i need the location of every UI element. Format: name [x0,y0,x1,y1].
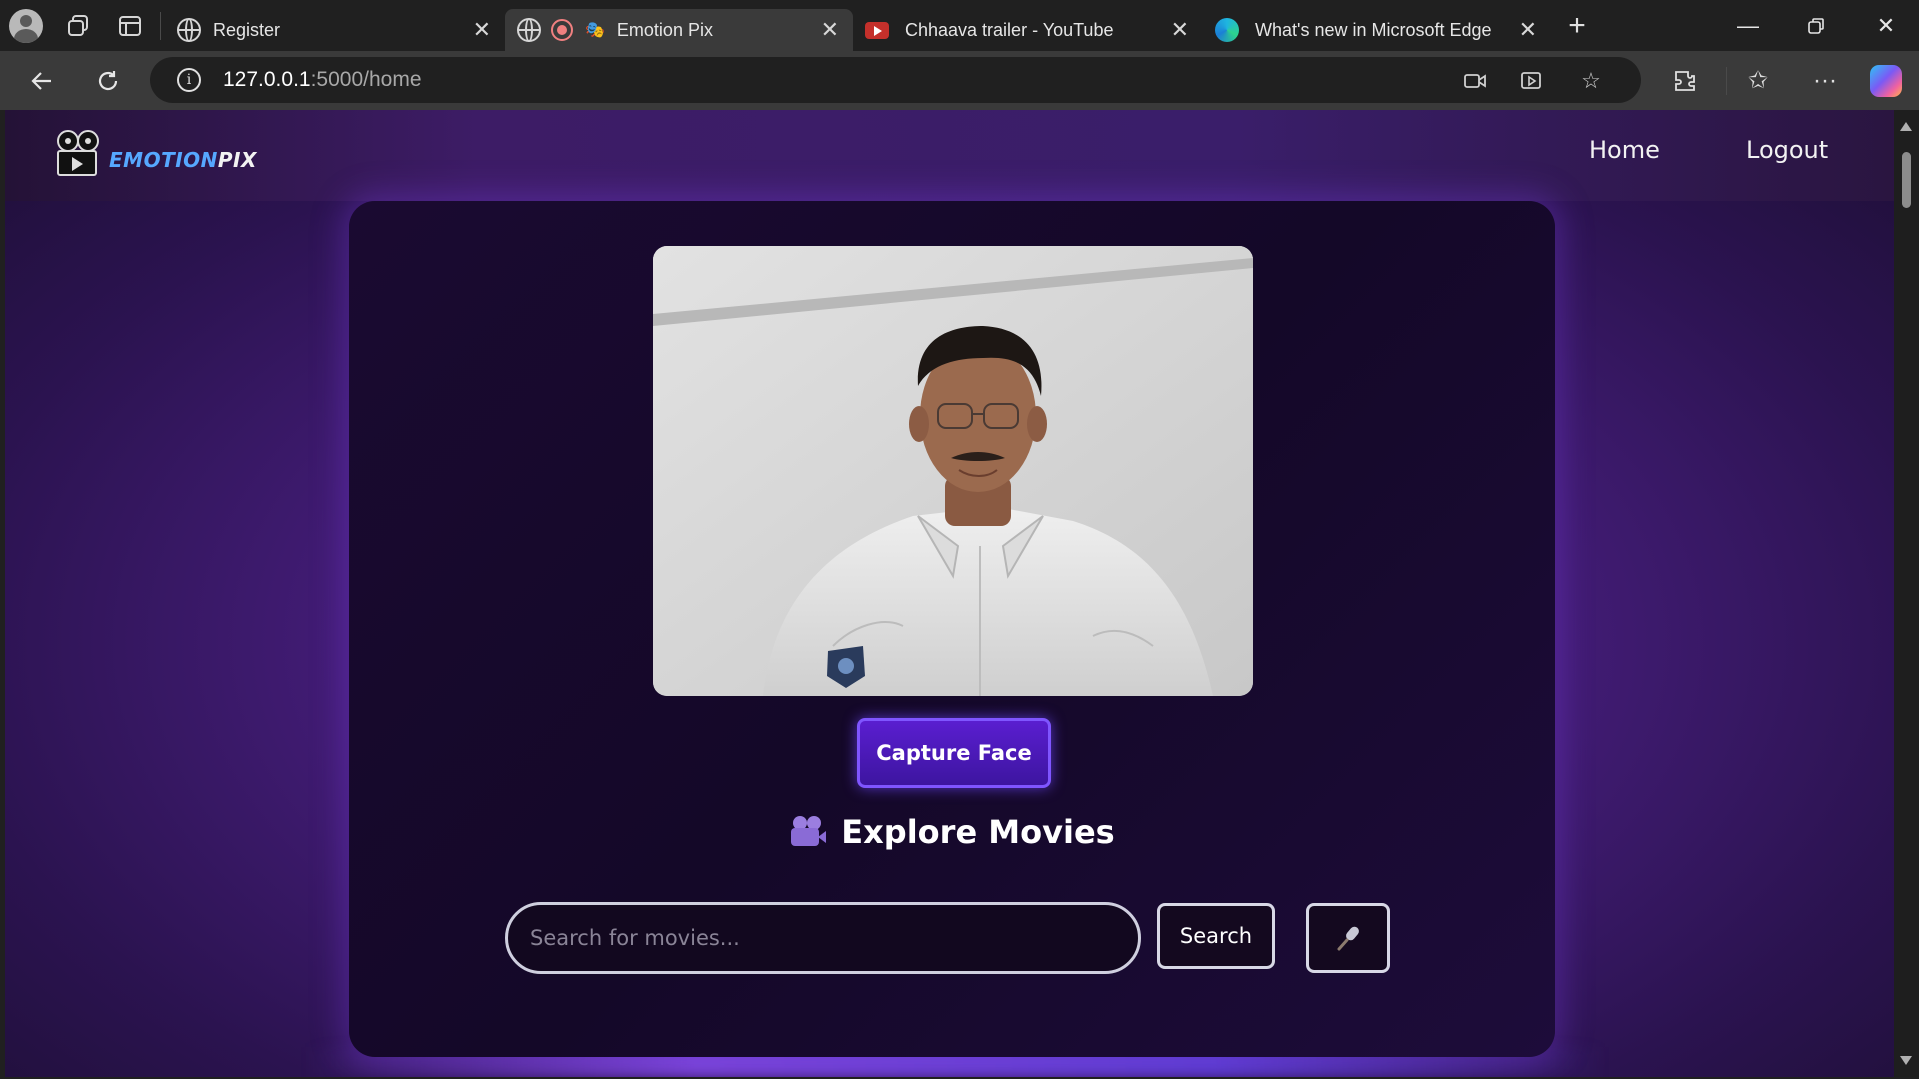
youtube-icon [865,21,889,39]
site-navbar: EMOTIONPIX Home Logout [5,110,1894,201]
tab-actions-button[interactable] [104,0,156,51]
favorite-star-icon[interactable]: ☆ [1577,67,1605,95]
restore-icon [1808,17,1824,34]
globe-icon [177,18,201,42]
logo-text: EMOTIONPIX [109,148,257,172]
workspaces-icon [68,14,88,36]
minimize-icon: — [1737,12,1759,38]
back-arrow-icon [31,71,51,90]
webcam-feed [653,246,1253,696]
tab-separator [160,11,161,40]
extensions-icon [1675,70,1695,91]
microphone-icon [1337,926,1359,951]
close-icon[interactable]: ✕ [1519,17,1537,43]
close-window-button[interactable]: ✕ [1858,0,1914,51]
site-info-icon[interactable]: i [177,68,201,92]
tab-edge-whats-new[interactable]: What's new in Microsoft Edge ✕ [1203,9,1551,51]
plus-icon: + [1568,8,1586,42]
recording-icon [551,19,573,41]
camera-in-use-icon[interactable] [1461,67,1489,95]
page-viewport: EMOTIONPIX Home Logout Capture Face Expl… [5,110,1894,1077]
scroll-down-arrow-icon[interactable] [1900,1056,1912,1065]
page-scrollbar[interactable] [1894,110,1919,1077]
main-card: Capture Face Explore Movies Search [349,201,1555,1057]
read-aloud-icon[interactable] [1518,67,1546,95]
tab-strip: Register ✕ 🎭 Emotion Pix ✕ Chhaava trail… [0,0,1919,51]
profile-avatar-icon [9,8,43,43]
workspaces-button[interactable] [52,0,104,51]
url-text: 127.0.0.1:5000/home [223,68,422,91]
scroll-up-arrow-icon[interactable] [1900,122,1912,131]
globe-icon [517,18,541,42]
tab-youtube[interactable]: Chhaava trailer - YouTube ✕ [853,9,1203,51]
copilot-icon [1870,64,1902,97]
tab-title: Chhaava trailer - YouTube [905,19,1114,40]
site-logo[interactable]: EMOTIONPIX [55,130,257,178]
close-icon[interactable]: ✕ [821,17,839,43]
edge-icon [1215,18,1239,42]
close-icon[interactable]: ✕ [473,17,491,43]
close-icon: ✕ [1876,12,1896,38]
movie-search-input[interactable] [505,902,1141,974]
extensions-button[interactable] [1657,51,1713,110]
scroll-thumb[interactable] [1902,152,1911,208]
profile-button[interactable] [0,0,52,51]
voice-search-button[interactable] [1306,903,1390,973]
close-icon[interactable]: ✕ [1171,17,1189,43]
nav-logout-link[interactable]: Logout [1746,136,1828,164]
webcam-video-image [653,246,1253,696]
new-tab-button[interactable]: + [1551,0,1603,51]
nav-home-link[interactable]: Home [1589,136,1660,164]
restore-button[interactable] [1788,0,1844,51]
tab-title: Emotion Pix [616,19,713,40]
tab-emotion-pix[interactable]: 🎭 Emotion Pix ✕ [505,9,853,51]
tab-title: Register [213,19,281,40]
address-bar-row: i 127.0.0.1:5000/home ☆ ✩ ··· [0,51,1919,110]
tab-register[interactable]: Register ✕ [165,9,505,51]
tab-actions-icon [119,15,141,36]
ellipsis-icon: ··· [1813,66,1837,94]
refresh-button[interactable] [75,51,141,110]
movie-camera-icon [789,816,827,848]
toolbar-separator [1726,67,1727,95]
minimize-button[interactable]: — [1720,0,1776,51]
favorites-list-icon: ✩ [1747,67,1769,94]
film-camera-icon [55,130,107,178]
capture-face-button[interactable]: Capture Face [857,718,1051,788]
explore-movies-title: Explore Movies [841,813,1115,851]
search-button[interactable]: Search [1157,903,1275,969]
url-field[interactable]: i 127.0.0.1:5000/home ☆ [150,57,1641,103]
refresh-icon [98,70,118,90]
theater-masks-icon: 🎭 [585,22,605,39]
more-menu-button[interactable]: ··· [1797,51,1853,110]
tab-title: What's new in Microsoft Edge [1255,19,1492,40]
favorites-button[interactable]: ✩ [1730,51,1786,110]
copilot-button[interactable] [1858,51,1914,110]
explore-heading: Explore Movies [349,813,1555,851]
back-button[interactable] [9,51,75,110]
